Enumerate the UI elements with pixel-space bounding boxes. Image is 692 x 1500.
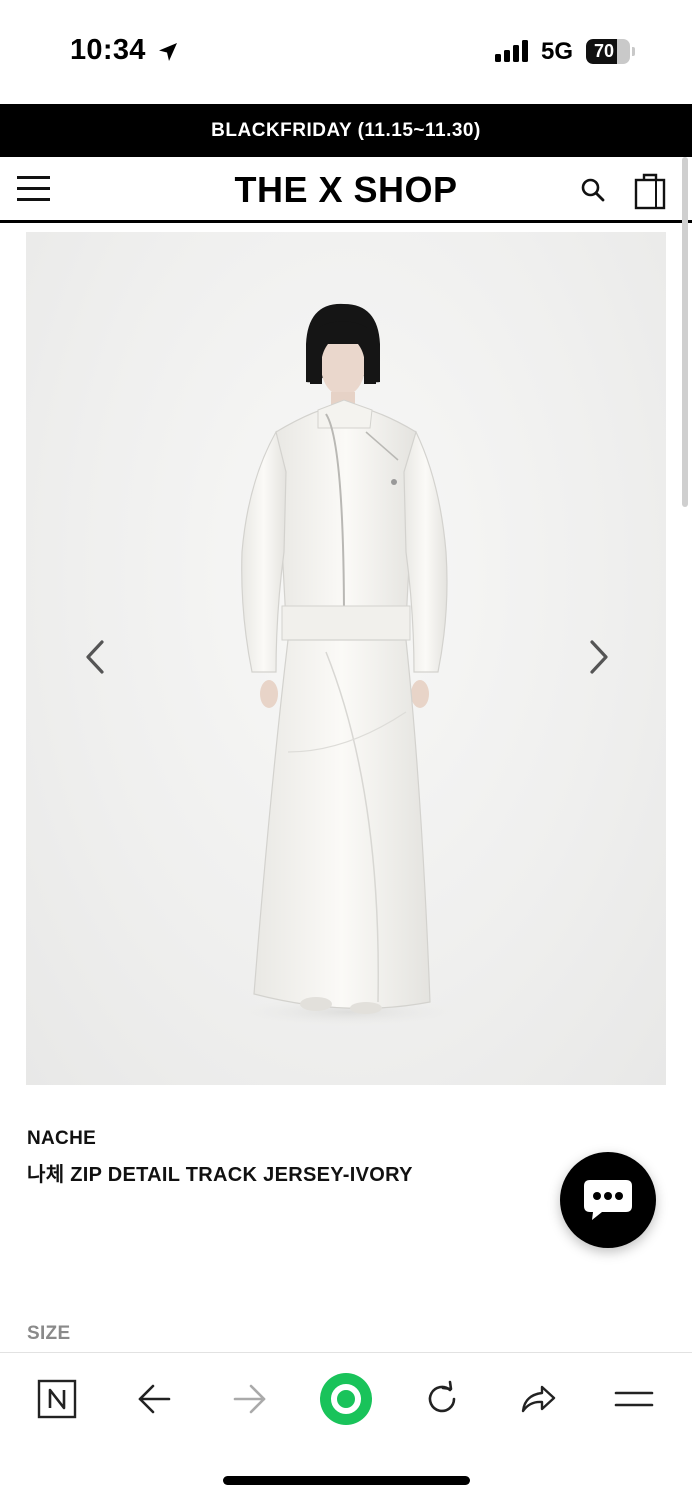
page-scrollbar[interactable]: [682, 157, 688, 507]
back-button[interactable]: [130, 1375, 178, 1423]
naver-home-button[interactable]: [33, 1375, 81, 1423]
naver-n-icon: [37, 1379, 77, 1419]
shopping-bag-icon[interactable]: [634, 172, 666, 210]
product-brand[interactable]: NACHE: [27, 1128, 96, 1150]
browser-menu-button[interactable]: [610, 1375, 658, 1423]
forward-button[interactable]: [226, 1375, 274, 1423]
green-dot-button[interactable]: [318, 1371, 374, 1427]
home-indicator[interactable]: [223, 1476, 470, 1485]
promo-banner[interactable]: BLACKFRIDAY (11.15~11.30): [0, 104, 692, 157]
chat-bubble-icon: [584, 1180, 632, 1220]
status-bar: 10:34 5G 70: [0, 0, 692, 104]
hamburger-menu-icon: [614, 1391, 654, 1407]
green-dot-icon: [320, 1373, 372, 1425]
battery-cap: [632, 47, 635, 56]
share-button[interactable]: [514, 1375, 562, 1423]
site-header: THE X SHOP: [0, 157, 692, 223]
gallery-next-chevron-icon[interactable]: [578, 632, 618, 682]
size-label: SIZE: [27, 1323, 71, 1344]
reload-icon: [428, 1380, 456, 1413]
battery-icon: 70: [586, 39, 630, 64]
share-arrow-icon: [521, 1385, 556, 1413]
page: 10:34 5G 70 BLACKFRIDAY (11.15~11.30) TH…: [0, 0, 692, 1500]
product-photo: [238, 303, 458, 1026]
signal-icon: [495, 40, 528, 62]
battery-label: 70: [593, 41, 615, 61]
back-arrow-icon: [138, 1384, 171, 1414]
status-time: 10:34: [70, 34, 146, 66]
promo-banner-text: BLACKFRIDAY (11.15~11.30): [211, 119, 481, 141]
product-image-gallery[interactable]: [26, 232, 666, 1085]
gallery-prev-chevron-icon[interactable]: [76, 632, 116, 682]
location-arrow-icon: [159, 43, 177, 61]
network-label: 5G: [541, 38, 574, 65]
reload-button[interactable]: [418, 1375, 466, 1423]
forward-arrow-icon: [233, 1384, 266, 1414]
chat-button[interactable]: [560, 1152, 656, 1248]
product-title: 나체 ZIP DETAIL TRACK JERSEY-IVORY: [27, 1164, 413, 1186]
search-icon[interactable]: [580, 177, 606, 203]
hamburger-menu-icon[interactable]: [17, 176, 50, 202]
